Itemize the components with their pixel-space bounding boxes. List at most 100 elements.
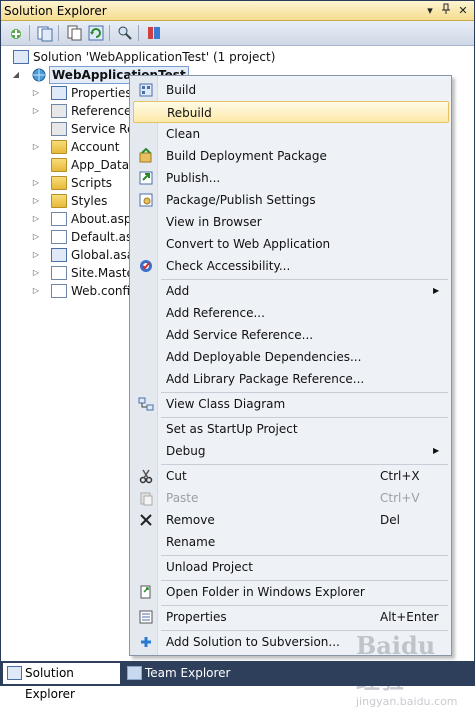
- find-icon[interactable]: [116, 24, 134, 42]
- tree-item-label: Properties: [71, 86, 132, 100]
- menu-item-package-publish-settings[interactable]: Package/Publish Settings: [133, 189, 449, 211]
- properties-icon: [51, 86, 67, 100]
- menu-item-view-in-browser[interactable]: View in Browser: [133, 211, 449, 233]
- tree-item[interactable]: ▷ Styles: [31, 192, 131, 210]
- menu-item-rebuild[interactable]: Rebuild: [133, 101, 449, 123]
- menu-item-cut[interactable]: Cut Ctrl+X: [133, 465, 449, 487]
- window-menu-icon[interactable]: ▾: [423, 3, 437, 18]
- tree-item[interactable]: ▷ Default.asp: [31, 228, 140, 246]
- menu-item-label: Set as StartUp Project: [166, 422, 298, 436]
- tree-item-label: Web.config: [71, 284, 138, 298]
- menu-item-rename[interactable]: Rename: [133, 531, 449, 553]
- toolbar: [1, 21, 474, 46]
- expand-icon[interactable]: ▷: [31, 84, 41, 102]
- expand-icon[interactable]: ▷: [31, 102, 41, 120]
- menu-item-debug[interactable]: Debug ▶: [133, 440, 449, 462]
- pin-icon[interactable]: [439, 3, 453, 18]
- menu-item-label: Add: [166, 284, 190, 298]
- window-title: Solution Explorer: [4, 4, 107, 18]
- menu-item-publish[interactable]: Publish...: [133, 167, 449, 189]
- expand-icon[interactable]: ▷: [31, 192, 41, 210]
- tree-item-label: Account: [71, 140, 120, 154]
- copy-icon[interactable]: [65, 24, 83, 42]
- solution-label: Solution 'WebApplicationTest' (1 project…: [33, 50, 276, 64]
- menu-item-label: Build Deployment Package: [166, 149, 327, 163]
- expand-icon[interactable]: ▷: [31, 264, 41, 282]
- menu-item-clean[interactable]: Clean: [133, 123, 449, 145]
- folder-icon: [51, 176, 67, 190]
- menu-item-label: Add Library Package Reference...: [166, 372, 365, 386]
- expand-icon[interactable]: ▷: [31, 174, 41, 192]
- properties-icon[interactable]: [145, 24, 163, 42]
- menu-item-label: Rebuild: [167, 106, 212, 120]
- tree-item[interactable]: ▷ Global.asax: [31, 246, 141, 264]
- expand-icon[interactable]: ▷: [31, 138, 41, 156]
- menu-item-build-deployment-package[interactable]: Build Deployment Package: [133, 145, 449, 167]
- menu-item-convert-to-web-application[interactable]: Convert to Web Application: [133, 233, 449, 255]
- expand-icon[interactable]: ▷: [31, 210, 41, 228]
- menu-item-paste[interactable]: Paste Ctrl+V: [133, 487, 449, 509]
- menu-shortcut: Del: [380, 513, 400, 527]
- toolbar-separator: [138, 25, 139, 41]
- open-folder-icon: [138, 584, 154, 600]
- menu-item-properties[interactable]: Properties Alt+Enter: [133, 606, 449, 628]
- menu-item-open-folder[interactable]: Open Folder in Windows Explorer: [133, 581, 449, 603]
- toolbar-separator: [109, 25, 110, 41]
- solution-node[interactable]: Solution 'WebApplicationTest' (1 project…: [11, 48, 311, 66]
- menu-item-check-accessibility[interactable]: Check Accessibility...: [133, 255, 449, 277]
- references-icon: [51, 104, 67, 118]
- title-bar: Solution Explorer ▾ ✕: [1, 1, 474, 21]
- tree-item[interactable]: ▷ Site.Master: [31, 264, 139, 282]
- accessibility-icon: [138, 258, 154, 274]
- expand-icon[interactable]: ▷: [31, 282, 41, 300]
- menu-item-label: Check Accessibility...: [166, 259, 291, 273]
- tree-item[interactable]: ▷ Properties: [31, 84, 132, 102]
- menu-item-label: Open Folder in Windows Explorer: [166, 585, 365, 599]
- folder-icon: [51, 194, 67, 208]
- add-icon[interactable]: [7, 24, 25, 42]
- tab-team-explorer[interactable]: Team Explorer: [123, 663, 233, 684]
- close-icon[interactable]: ✕: [456, 3, 470, 18]
- menu-item-add-deployable-dependencies[interactable]: Add Deployable Dependencies...: [133, 346, 449, 368]
- tree-item[interactable]: ▷ Web.config: [31, 282, 138, 300]
- tree-item[interactable]: App_Data: [31, 156, 131, 174]
- menu-item-label: Rename: [166, 535, 216, 549]
- menu-item-label: Clean: [166, 127, 201, 141]
- tab-label: Team Explorer: [145, 666, 231, 680]
- menu-item-add-reference[interactable]: Add Reference...: [133, 302, 449, 324]
- watermark-url: jingyan.baidu.com: [356, 695, 458, 708]
- master-file-icon: [51, 266, 67, 280]
- properties-icon: [138, 609, 154, 625]
- collapse-icon[interactable]: ◢: [11, 66, 21, 84]
- menu-item-label: Package/Publish Settings: [166, 193, 316, 207]
- menu-item-add[interactable]: Add ▶: [133, 280, 449, 302]
- tree-item-label: References: [71, 104, 138, 118]
- menu-item-set-as-startup-project[interactable]: Set as StartUp Project: [133, 418, 449, 440]
- menu-item-build[interactable]: Build: [133, 79, 449, 101]
- menu-item-unload-project[interactable]: Unload Project: [133, 556, 449, 578]
- menu-item-view-class-diagram[interactable]: View Class Diagram: [133, 393, 449, 415]
- class-diagram-icon: [138, 396, 154, 412]
- tree-item[interactable]: ▷ Account: [31, 138, 131, 156]
- expand-icon[interactable]: ▷: [31, 228, 41, 246]
- menu-item-label: Properties: [166, 610, 227, 624]
- menu-item-label: View Class Diagram: [166, 397, 286, 411]
- menu-item-remove[interactable]: Remove Del: [133, 509, 449, 531]
- subversion-add-icon: [138, 634, 154, 650]
- expand-icon[interactable]: ▷: [31, 246, 41, 264]
- tab-solution-explorer[interactable]: Solution Explorer: [3, 663, 120, 701]
- refresh-icon[interactable]: [87, 24, 105, 42]
- solution-explorer-window: Solution Explorer ▾ ✕ Solution 'WebAppli…: [0, 0, 475, 708]
- tree-item[interactable]: ▷ Scripts: [31, 174, 131, 192]
- menu-item-label: Publish...: [166, 171, 221, 185]
- tree-item[interactable]: ▷ About.aspx: [31, 210, 139, 228]
- bottom-tab-strip: Solution Explorer Team Explorer: [1, 661, 474, 701]
- tree-item-label: Scripts: [71, 176, 113, 190]
- tree-item[interactable]: ▷ References: [31, 102, 138, 120]
- tree-item[interactable]: Service Ref: [31, 120, 139, 138]
- menu-item-add-service-reference[interactable]: Add Service Reference...: [133, 324, 449, 346]
- show-all-files-icon[interactable]: [36, 24, 54, 42]
- scissors-icon: [138, 468, 154, 484]
- aspx-file-icon: [51, 212, 67, 226]
- menu-item-add-library-package-reference[interactable]: Add Library Package Reference...: [133, 368, 449, 390]
